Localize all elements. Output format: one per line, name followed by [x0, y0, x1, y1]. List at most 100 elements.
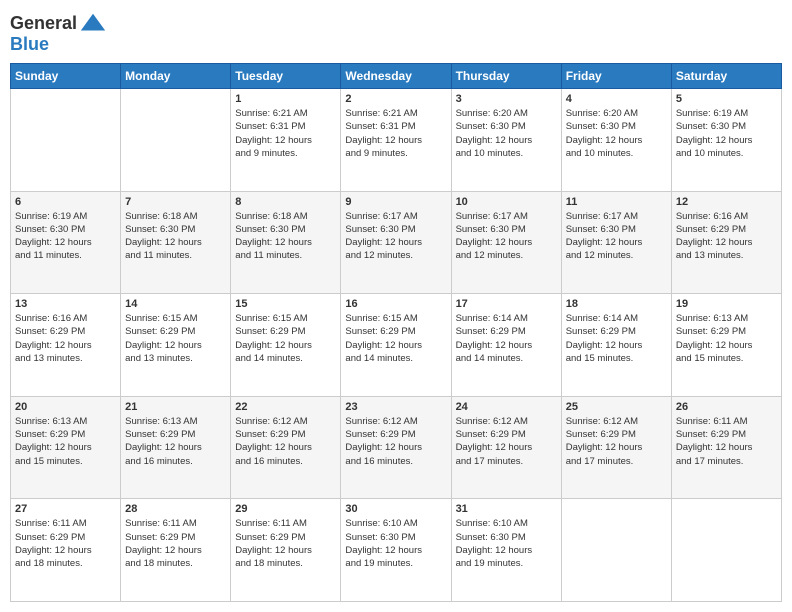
day-number: 7 — [125, 196, 226, 208]
calendar-week-row: 27 Sunrise: 6:11 AM Sunset: 6:29 PM Dayli… — [11, 499, 782, 602]
calendar-table: SundayMondayTuesdayWednesdayThursdayFrid… — [10, 63, 782, 602]
calendar-cell — [121, 89, 231, 192]
weekday-header: Tuesday — [231, 64, 341, 89]
day-info: Sunrise: 6:16 AM Sunset: 6:29 PM Dayligh… — [15, 312, 116, 365]
calendar-cell: 11 Sunrise: 6:17 AM Sunset: 6:30 PM Dayli… — [561, 191, 671, 294]
day-number: 12 — [676, 196, 777, 208]
calendar-cell: 21 Sunrise: 6:13 AM Sunset: 6:29 PM Dayli… — [121, 396, 231, 499]
calendar-cell: 10Sunrise: 6:17 AM Sunset: 6:30 PM Dayli… — [451, 191, 561, 294]
day-number: 27 — [15, 503, 116, 515]
day-info: Sunrise: 6:19 AM Sunset: 6:30 PM Dayligh… — [676, 107, 777, 160]
logo: General Blue — [10, 10, 107, 55]
day-number: 23 — [345, 401, 446, 413]
calendar-cell: 19 Sunrise: 6:13 AM Sunset: 6:29 PM Dayli… — [671, 294, 781, 397]
calendar-week-row: 20 Sunrise: 6:13 AM Sunset: 6:29 PM Dayli… — [11, 396, 782, 499]
day-number: 6 — [15, 196, 116, 208]
day-info: Sunrise: 6:14 AM Sunset: 6:29 PM Dayligh… — [566, 312, 667, 365]
day-info: Sunrise: 6:11 AM Sunset: 6:29 PM Dayligh… — [15, 517, 116, 570]
day-number: 30 — [345, 503, 446, 515]
header: General Blue — [10, 10, 782, 55]
calendar-cell: 9 Sunrise: 6:17 AM Sunset: 6:30 PM Daylig… — [341, 191, 451, 294]
day-info: Sunrise: 6:20 AM Sunset: 6:30 PM Dayligh… — [566, 107, 667, 160]
calendar-cell: 25 Sunrise: 6:12 AM Sunset: 6:29 PM Dayli… — [561, 396, 671, 499]
calendar-cell: 27 Sunrise: 6:11 AM Sunset: 6:29 PM Dayli… — [11, 499, 121, 602]
calendar-cell: 13 Sunrise: 6:16 AM Sunset: 6:29 PM Dayli… — [11, 294, 121, 397]
weekday-header-row: SundayMondayTuesdayWednesdayThursdayFrid… — [11, 64, 782, 89]
calendar-cell: 4 Sunrise: 6:20 AM Sunset: 6:30 PM Daylig… — [561, 89, 671, 192]
day-number: 16 — [345, 298, 446, 310]
day-info: Sunrise: 6:18 AM Sunset: 6:30 PM Dayligh… — [125, 210, 226, 263]
logo-text: General — [10, 14, 77, 34]
weekday-header: Sunday — [11, 64, 121, 89]
calendar-cell: 31Sunrise: 6:10 AM Sunset: 6:30 PM Dayli… — [451, 499, 561, 602]
day-info: Sunrise: 6:13 AM Sunset: 6:29 PM Dayligh… — [125, 415, 226, 468]
calendar-cell: 6 Sunrise: 6:19 AM Sunset: 6:30 PM Daylig… — [11, 191, 121, 294]
day-number: 3 — [456, 93, 557, 105]
day-number: 5 — [676, 93, 777, 105]
weekday-header: Wednesday — [341, 64, 451, 89]
day-info: Sunrise: 6:21 AM Sunset: 6:31 PM Dayligh… — [345, 107, 446, 160]
calendar-cell: 29Sunrise: 6:11 AM Sunset: 6:29 PM Dayli… — [231, 499, 341, 602]
day-number: 29 — [235, 503, 336, 515]
calendar-cell: 14 Sunrise: 6:15 AM Sunset: 6:29 PM Dayli… — [121, 294, 231, 397]
day-info: Sunrise: 6:17 AM Sunset: 6:30 PM Dayligh… — [566, 210, 667, 263]
day-info: Sunrise: 6:11 AM Sunset: 6:29 PM Dayligh… — [125, 517, 226, 570]
calendar-cell: 28 Sunrise: 6:11 AM Sunset: 6:29 PM Dayli… — [121, 499, 231, 602]
day-number: 8 — [235, 196, 336, 208]
calendar-cell: 24 Sunrise: 6:12 AM Sunset: 6:29 PM Dayli… — [451, 396, 561, 499]
weekday-header: Friday — [561, 64, 671, 89]
calendar-cell: 7 Sunrise: 6:18 AM Sunset: 6:30 PM Daylig… — [121, 191, 231, 294]
day-number: 11 — [566, 196, 667, 208]
day-info: Sunrise: 6:13 AM Sunset: 6:29 PM Dayligh… — [15, 415, 116, 468]
calendar-cell: 17Sunrise: 6:14 AM Sunset: 6:29 PM Dayli… — [451, 294, 561, 397]
calendar-cell: 23Sunrise: 6:12 AM Sunset: 6:29 PM Dayli… — [341, 396, 451, 499]
calendar-cell: 16 Sunrise: 6:15 AM Sunset: 6:29 PM Dayli… — [341, 294, 451, 397]
calendar-cell: 20 Sunrise: 6:13 AM Sunset: 6:29 PM Dayli… — [11, 396, 121, 499]
day-number: 24 — [456, 401, 557, 413]
calendar-cell: 2Sunrise: 6:21 AM Sunset: 6:31 PM Daylig… — [341, 89, 451, 192]
day-number: 25 — [566, 401, 667, 413]
day-number: 21 — [125, 401, 226, 413]
day-info: Sunrise: 6:10 AM Sunset: 6:30 PM Dayligh… — [345, 517, 446, 570]
day-info: Sunrise: 6:17 AM Sunset: 6:30 PM Dayligh… — [345, 210, 446, 263]
calendar-cell: 5 Sunrise: 6:19 AM Sunset: 6:30 PM Daylig… — [671, 89, 781, 192]
day-info: Sunrise: 6:18 AM Sunset: 6:30 PM Dayligh… — [235, 210, 336, 263]
day-info: Sunrise: 6:12 AM Sunset: 6:29 PM Dayligh… — [566, 415, 667, 468]
calendar-cell: 22Sunrise: 6:12 AM Sunset: 6:29 PM Dayli… — [231, 396, 341, 499]
day-number: 15 — [235, 298, 336, 310]
day-number: 14 — [125, 298, 226, 310]
day-number: 10 — [456, 196, 557, 208]
weekday-header: Saturday — [671, 64, 781, 89]
weekday-header: Thursday — [451, 64, 561, 89]
logo-icon — [79, 10, 107, 38]
day-info: Sunrise: 6:12 AM Sunset: 6:29 PM Dayligh… — [456, 415, 557, 468]
day-number: 19 — [676, 298, 777, 310]
day-number: 17 — [456, 298, 557, 310]
day-number: 4 — [566, 93, 667, 105]
calendar-week-row: 13 Sunrise: 6:16 AM Sunset: 6:29 PM Dayli… — [11, 294, 782, 397]
day-number: 1 — [235, 93, 336, 105]
calendar-week-row: 6 Sunrise: 6:19 AM Sunset: 6:30 PM Daylig… — [11, 191, 782, 294]
calendar-cell: 3Sunrise: 6:20 AM Sunset: 6:30 PM Daylig… — [451, 89, 561, 192]
day-info: Sunrise: 6:15 AM Sunset: 6:29 PM Dayligh… — [345, 312, 446, 365]
calendar-cell — [561, 499, 671, 602]
day-info: Sunrise: 6:19 AM Sunset: 6:30 PM Dayligh… — [15, 210, 116, 263]
calendar-cell — [671, 499, 781, 602]
day-info: Sunrise: 6:15 AM Sunset: 6:29 PM Dayligh… — [235, 312, 336, 365]
page: General Blue SundayMondayTuesdayWednesda… — [0, 0, 792, 612]
day-number: 20 — [15, 401, 116, 413]
day-number: 13 — [15, 298, 116, 310]
day-info: Sunrise: 6:12 AM Sunset: 6:29 PM Dayligh… — [235, 415, 336, 468]
weekday-header: Monday — [121, 64, 231, 89]
day-info: Sunrise: 6:15 AM Sunset: 6:29 PM Dayligh… — [125, 312, 226, 365]
calendar-cell: 30 Sunrise: 6:10 AM Sunset: 6:30 PM Dayli… — [341, 499, 451, 602]
calendar-cell: 8 Sunrise: 6:18 AM Sunset: 6:30 PM Daylig… — [231, 191, 341, 294]
day-number: 28 — [125, 503, 226, 515]
day-info: Sunrise: 6:13 AM Sunset: 6:29 PM Dayligh… — [676, 312, 777, 365]
day-number: 18 — [566, 298, 667, 310]
day-number: 9 — [345, 196, 446, 208]
calendar-cell: 26Sunrise: 6:11 AM Sunset: 6:29 PM Dayli… — [671, 396, 781, 499]
calendar-cell: 12Sunrise: 6:16 AM Sunset: 6:29 PM Dayli… — [671, 191, 781, 294]
calendar-cell — [11, 89, 121, 192]
calendar-cell: 15 Sunrise: 6:15 AM Sunset: 6:29 PM Dayli… — [231, 294, 341, 397]
